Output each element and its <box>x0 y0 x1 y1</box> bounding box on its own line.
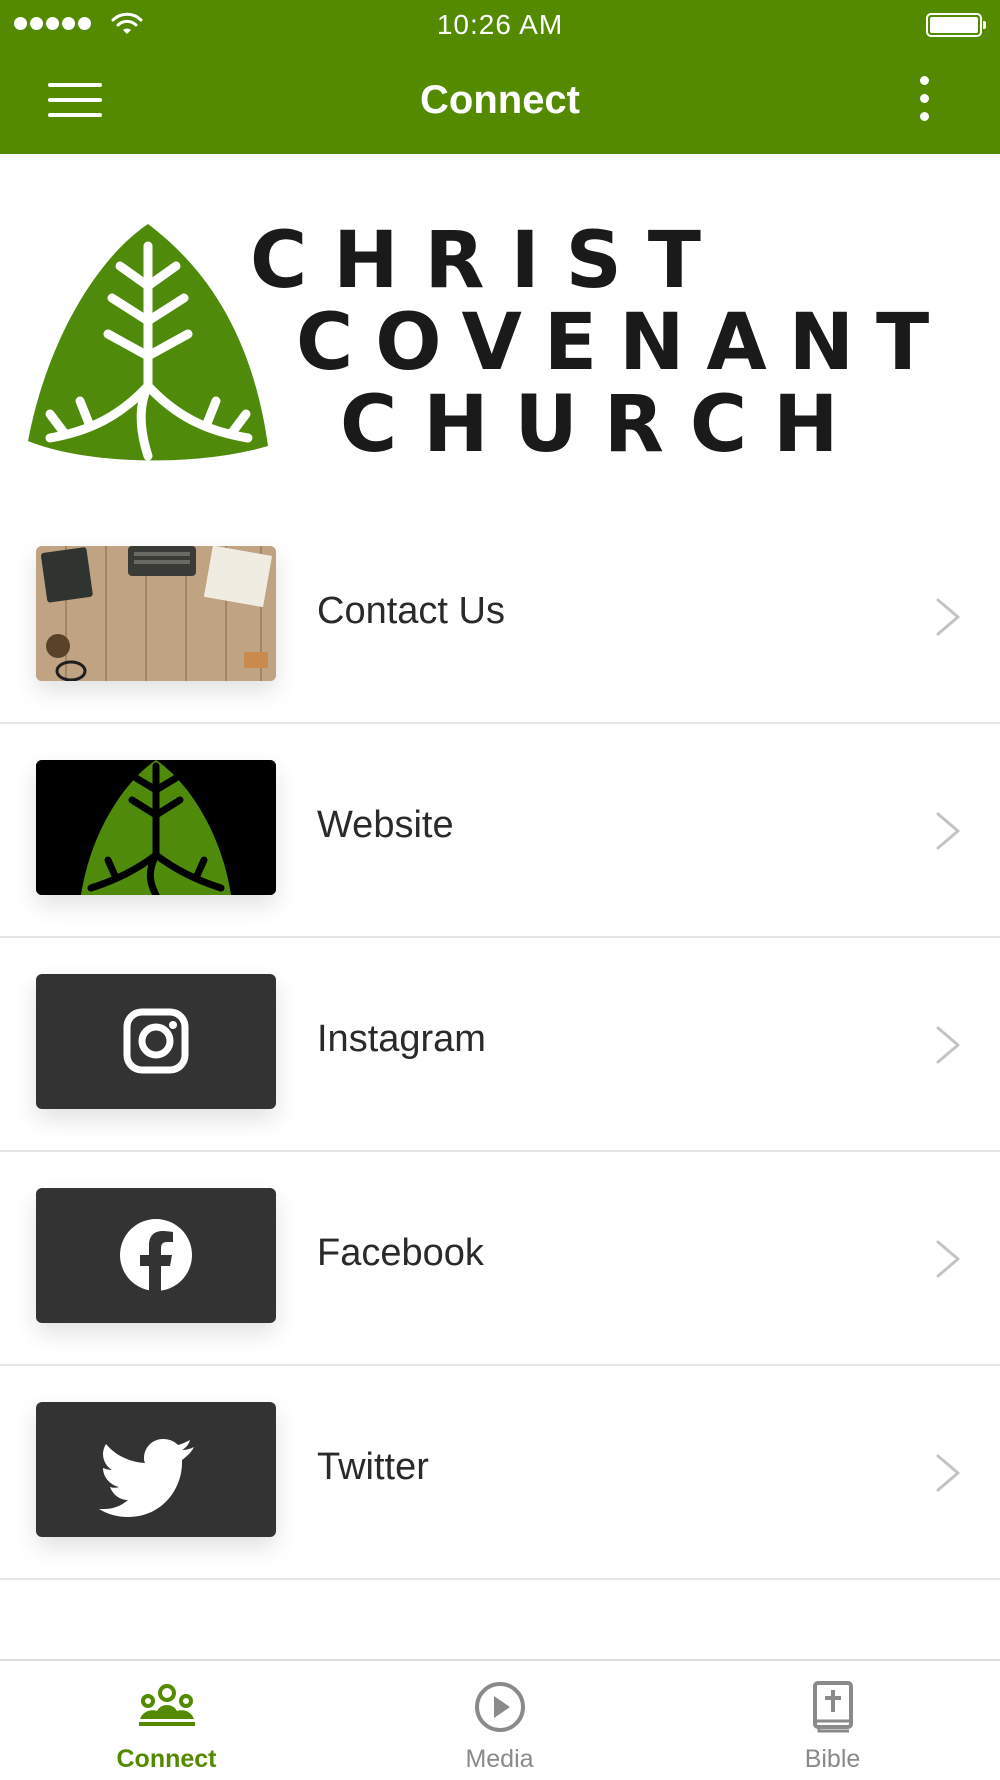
tab-bible[interactable]: Bible <box>666 1661 999 1780</box>
instagram-thumbnail <box>36 974 276 1109</box>
top-bar: 10:26 AM Connect <box>0 0 1000 154</box>
desk-photo-icon <box>36 546 276 681</box>
list-item-label: Instagram <box>317 1018 486 1060</box>
tab-media[interactable]: Media <box>333 1661 666 1780</box>
list-item-label: Facebook <box>317 1232 484 1274</box>
bible-icon <box>812 1681 853 1733</box>
connect-list: Contact Us Website Instagram Facebook Tw… <box>0 510 1000 1580</box>
play-circle-icon <box>474 1682 525 1732</box>
tab-label: Connect <box>116 1745 217 1773</box>
list-item-twitter[interactable]: Twitter <box>0 1366 1000 1580</box>
list-item-label: Twitter <box>317 1446 429 1488</box>
logo-wordmark: CHRIST COVENANT CHURCH <box>0 154 1000 514</box>
logo-word-church: CHURCH <box>340 380 865 470</box>
chevron-right-icon <box>936 812 960 850</box>
people-icon <box>138 1684 195 1726</box>
chevron-right-icon <box>936 598 960 636</box>
page-title: Connect <box>420 78 580 122</box>
list-item-facebook[interactable]: Facebook <box>0 1152 1000 1366</box>
logo-word-covenant: COVENANT <box>296 298 952 388</box>
contact-thumbnail <box>36 546 276 681</box>
twitter-thumbnail <box>36 1402 276 1537</box>
list-item-label: Website <box>317 804 454 846</box>
chevron-right-icon <box>936 1454 960 1492</box>
list-item-contact-us[interactable]: Contact Us <box>0 510 1000 724</box>
instagram-icon <box>123 1008 189 1074</box>
church-logo: CHRIST COVENANT CHURCH <box>0 154 1000 514</box>
tab-label: Bible <box>804 1745 861 1773</box>
facebook-thumbnail <box>36 1188 276 1323</box>
tab-bar: Connect Media Bible <box>0 1659 1000 1780</box>
logo-word-christ: CHRIST <box>250 216 727 306</box>
list-item-label: Contact Us <box>317 590 505 632</box>
leaf-logo-icon <box>36 760 276 895</box>
chevron-right-icon <box>936 1240 960 1278</box>
status-time: 10:26 AM <box>436 9 564 40</box>
twitter-icon <box>99 1439 194 1517</box>
more-vertical-icon[interactable] <box>913 76 935 128</box>
tab-connect[interactable]: Connect <box>0 1661 333 1780</box>
chevron-right-icon <box>936 1026 960 1064</box>
list-item-website[interactable]: Website <box>0 724 1000 938</box>
status-bar: 10:26 AM <box>0 0 1000 50</box>
list-item-instagram[interactable]: Instagram <box>0 938 1000 1152</box>
battery-icon <box>926 13 986 37</box>
facebook-icon <box>120 1219 192 1291</box>
website-thumbnail <box>36 760 276 895</box>
tab-label: Media <box>465 1745 534 1773</box>
